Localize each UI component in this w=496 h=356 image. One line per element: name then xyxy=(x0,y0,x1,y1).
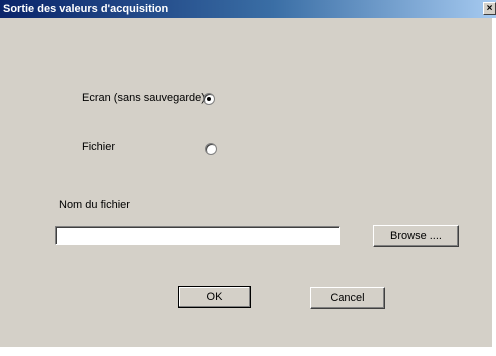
ok-button[interactable]: OK xyxy=(178,286,251,308)
cancel-button[interactable]: Cancel xyxy=(310,287,385,309)
screen-option-radio[interactable] xyxy=(203,93,215,105)
title-bar: Sortie des valeurs d'acquisition × xyxy=(0,0,496,18)
filename-input[interactable] xyxy=(55,226,340,245)
file-option-radio[interactable] xyxy=(205,143,217,155)
radio-selected-dot xyxy=(207,97,211,101)
screen-option-label: Ecran (sans sauvegarde) xyxy=(82,92,205,104)
filename-label: Nom du fichier xyxy=(59,199,130,211)
browse-button[interactable]: Browse .... xyxy=(373,225,459,247)
close-icon: × xyxy=(486,3,493,14)
window-title: Sortie des valeurs d'acquisition xyxy=(3,3,169,15)
file-option-label: Fichier xyxy=(82,141,116,153)
close-button[interactable]: × xyxy=(483,2,496,15)
dialog-window: Sortie des valeurs d'acquisition × Ecran… xyxy=(0,0,496,347)
